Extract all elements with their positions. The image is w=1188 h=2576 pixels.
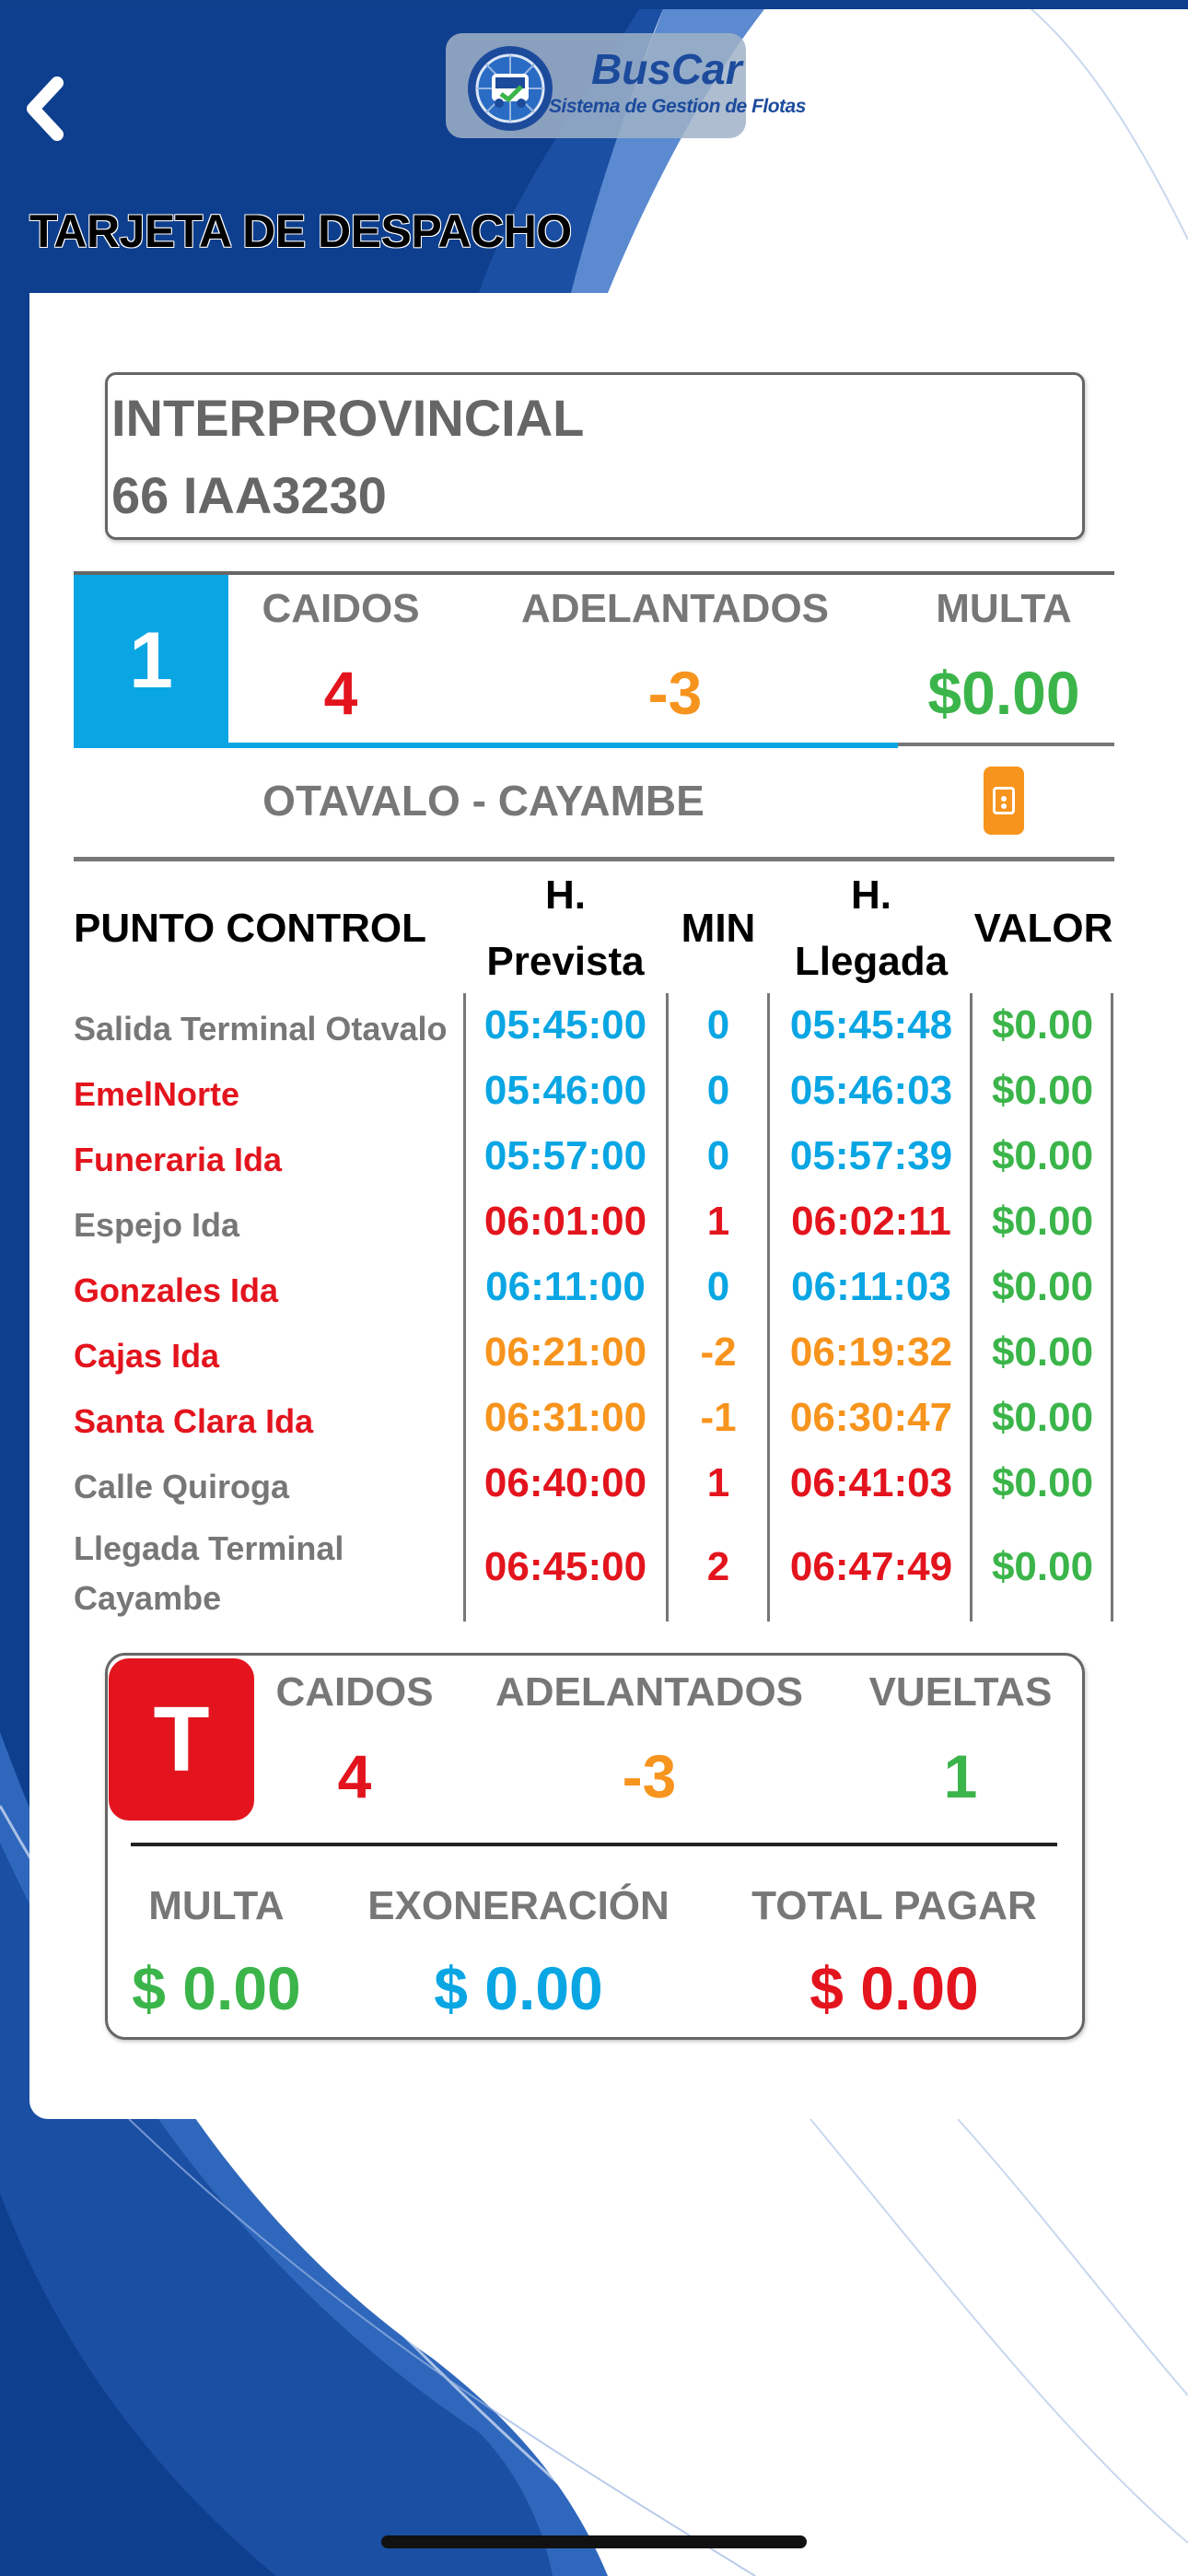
row-valor: $0.00 [991, 1133, 1094, 1178]
row-valor: $0.00 [991, 1460, 1094, 1505]
table-column-divider [970, 993, 973, 1622]
totals-adelantados-label: ADELANTADOS [495, 1669, 804, 1715]
home-indicator[interactable] [381, 2535, 807, 2548]
header-punto-control: PUNTO CONTROL [74, 906, 426, 951]
route-name: OTAVALO - CAYAMBE [262, 777, 705, 825]
row-h-prevista: 05:46:00 [483, 1068, 647, 1113]
row-h-llegada: 05:45:48 [789, 1002, 953, 1048]
totals-caidos-value: 4 [337, 1742, 372, 1810]
totals-caidos-label: CAIDOS [275, 1669, 434, 1715]
table-column-divider [463, 993, 466, 1622]
row-punto-control: EmelNorte [74, 1075, 240, 1113]
row-min: 0 [706, 1264, 730, 1309]
summary-multa-value: $0.00 [927, 659, 1080, 727]
summary-caidos-label: CAIDOS [262, 586, 420, 631]
ticket-icon[interactable] [984, 767, 1024, 835]
row-h-llegada: 06:19:32 [789, 1329, 953, 1375]
vehicle-info-box: INTERPROVINCIAL 66 IAA3230 [105, 372, 1085, 540]
trip-number-badge: 1 [74, 575, 228, 746]
row-punto-control: Santa Clara Ida [74, 1402, 314, 1440]
page-title: TARJETA DE DESPACHO [29, 205, 572, 257]
row-h-prevista: 06:31:00 [483, 1395, 647, 1440]
row-min: 1 [706, 1199, 730, 1244]
header-valor: VALOR [973, 906, 1113, 951]
header-min: MIN [681, 906, 756, 951]
row-valor: $0.00 [991, 1002, 1094, 1048]
row-h-prevista: 05:45:00 [483, 1002, 647, 1048]
row-valor: $0.00 [991, 1329, 1094, 1375]
totals-vueltas-value: 1 [943, 1742, 978, 1810]
logo-subtitle-text: Sistema de Gestion de Flotas [549, 96, 806, 117]
header-h-prevista-1: H. [545, 872, 586, 918]
row-min: 2 [706, 1544, 730, 1589]
row-punto-control: Cayambe [74, 1579, 222, 1617]
row-valor: $0.00 [991, 1264, 1094, 1309]
totals-total-pagar-label: TOTAL PAGAR [751, 1883, 1037, 1928]
summary-adelantados-label: ADELANTADOS [520, 586, 830, 631]
bus-logo-icon [468, 46, 553, 131]
totals-divider [131, 1843, 1057, 1846]
row-min: 0 [706, 1002, 730, 1048]
row-punto-control: Espejo Ida [74, 1206, 240, 1244]
summary-progress-line [74, 743, 898, 748]
row-valor: $0.00 [991, 1544, 1094, 1589]
row-h-llegada: 06:41:03 [789, 1460, 953, 1505]
row-h-llegada: 06:02:11 [791, 1199, 951, 1244]
row-min: 0 [706, 1068, 730, 1113]
table-column-divider [1111, 993, 1113, 1622]
row-h-prevista: 06:21:00 [483, 1329, 647, 1375]
back-chevron-icon [27, 76, 64, 141]
totals-adelantados-value: -3 [622, 1742, 677, 1810]
vehicle-plate: 66 IAA3230 [111, 466, 387, 524]
logo-brand-text: BusCar [591, 45, 742, 93]
totals-vueltas-label: VUELTAS [868, 1669, 1053, 1715]
row-punto-control: Cajas Ida [74, 1337, 220, 1375]
row-h-prevista: 06:01:00 [483, 1199, 647, 1244]
totals-multa-label: MULTA [148, 1883, 285, 1928]
totals-exoneracion-label: EXONERACIÓN [367, 1883, 670, 1928]
row-valor: $0.00 [991, 1395, 1094, 1440]
row-h-llegada: 06:47:49 [789, 1544, 953, 1589]
totals-badge: T [109, 1658, 254, 1821]
top-bar [0, 0, 1188, 9]
totals-multa-value: $ 0.00 [132, 1954, 301, 2022]
row-h-llegada: 06:11:03 [791, 1264, 951, 1309]
ticket-icon-dot [1001, 796, 1007, 802]
summary-top-divider [74, 571, 1114, 575]
table-top-divider [74, 857, 1114, 861]
totals-exoneracion-value: $ 0.00 [434, 1954, 603, 2022]
table-column-divider [666, 993, 669, 1622]
row-valor: $0.00 [991, 1068, 1094, 1113]
row-h-prevista: 05:57:00 [483, 1133, 647, 1178]
row-h-llegada: 05:46:03 [789, 1068, 953, 1113]
vehicle-type: INTERPROVINCIAL [111, 389, 585, 447]
row-h-llegada: 06:30:47 [789, 1395, 953, 1440]
row-h-prevista: 06:45:00 [483, 1544, 647, 1589]
row-h-prevista: 06:11:00 [485, 1264, 646, 1309]
row-punto-control: Calle Quiroga [74, 1468, 290, 1505]
summary-caidos-value: 4 [323, 659, 358, 727]
app-logo: BusCar Sistema de Gestion de Flotas [446, 33, 806, 138]
row-punto-control: Funeraria Ida [74, 1141, 283, 1178]
row-min: -2 [700, 1329, 737, 1375]
summary-multa-label: MULTA [936, 586, 1072, 631]
header-h-prevista-2: Prevista [486, 939, 645, 984]
row-min: 0 [706, 1133, 730, 1178]
ticket-icon-dot [1001, 803, 1007, 809]
table-column-divider [767, 993, 770, 1622]
row-h-llegada: 05:57:39 [789, 1133, 953, 1178]
row-h-prevista: 06:40:00 [483, 1460, 647, 1505]
summary-adelantados-value: -3 [647, 659, 703, 727]
row-punto-control: Llegada Terminal [74, 1529, 344, 1567]
row-punto-control: Salida Terminal Otavalo [74, 1010, 448, 1048]
row-punto-control: Gonzales Ida [74, 1271, 279, 1309]
header-h-llegada-2: Llegada [794, 939, 949, 984]
row-min: 1 [706, 1460, 730, 1505]
header-h-llegada-1: H. [851, 872, 891, 918]
totals-total-pagar-value: $ 0.00 [809, 1954, 979, 2022]
row-valor: $0.00 [991, 1199, 1094, 1244]
row-min: -1 [700, 1395, 737, 1440]
back-button[interactable] [20, 76, 76, 142]
